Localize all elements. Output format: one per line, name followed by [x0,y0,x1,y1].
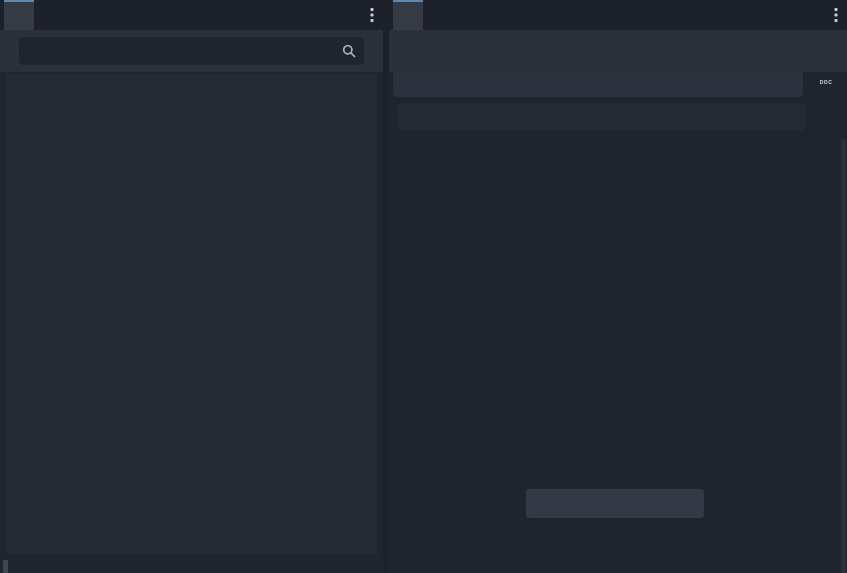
property-filter-sliders-button[interactable] [816,106,838,128]
add-metadata-button[interactable] [526,489,704,518]
scene-tree [6,74,377,554]
inspector-bottom [391,451,839,518]
inspector-filter [397,104,805,130]
tab-scene[interactable] [4,0,34,30]
inspector-dock-menu-icon[interactable] [832,7,840,23]
tab-node[interactable] [423,0,453,30]
script-property-row [391,451,839,481]
filter-properties-input[interactable] [397,103,805,131]
xr-node-icon [401,72,419,96]
scene-filter [19,37,364,65]
inspector-scrollbar-gutter[interactable] [841,139,846,573]
scene-dock-menu-icon[interactable] [368,7,376,23]
tab-inspector[interactable] [393,0,423,30]
scene-dock [0,0,383,573]
doc-label: DOC [820,80,833,86]
inspector-dock: DOC [389,0,847,573]
search-icon [342,44,356,61]
inspector-dock-tabbar [389,0,847,30]
scene-filter-input[interactable] [19,37,364,65]
scene-toolbar [0,30,383,72]
node-selector-dropdown[interactable] [393,70,803,97]
dock-edge-sliver [3,560,8,573]
search-documentation-button[interactable]: DOC [813,70,839,97]
tab-import[interactable] [34,0,64,30]
inspector-toolbar [389,30,847,72]
scene-dock-tabbar [0,0,383,30]
